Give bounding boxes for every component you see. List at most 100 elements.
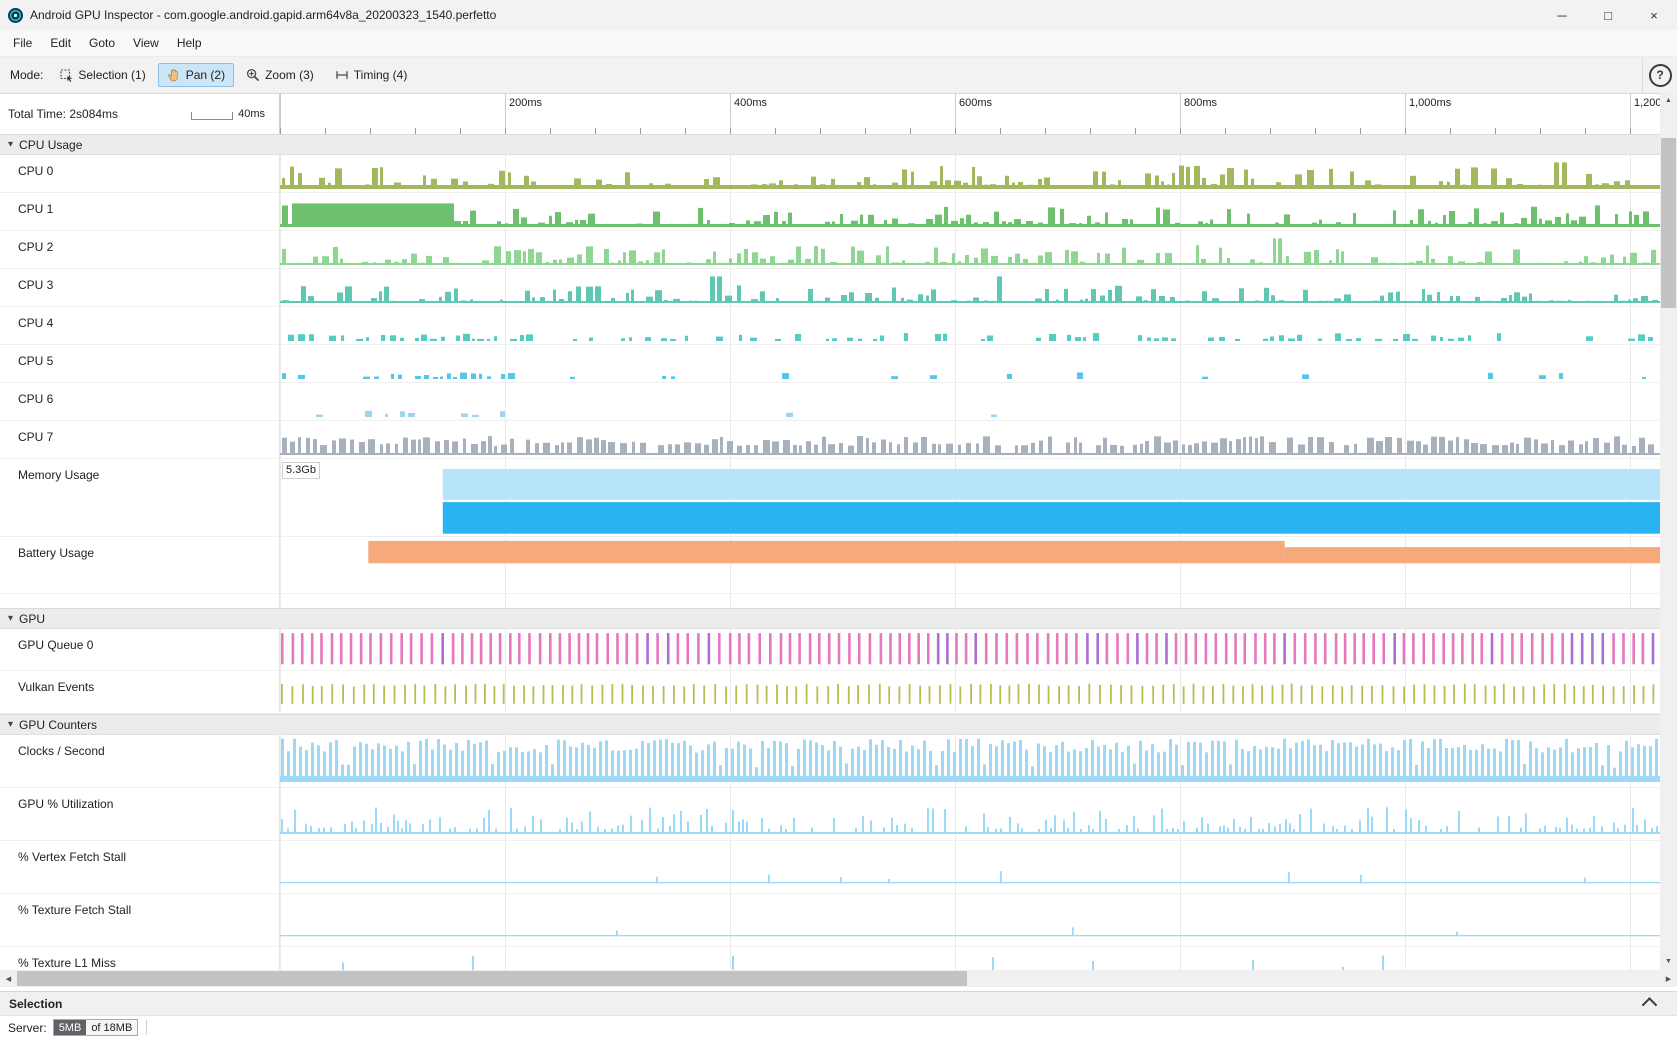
track-chart-cpu-2[interactable] <box>280 231 1660 268</box>
menu-goto[interactable]: Goto <box>80 30 124 56</box>
maximize-button[interactable]: □ <box>1585 0 1631 30</box>
track-label-cpu-2: CPU 2 <box>0 231 280 268</box>
menu-bar: FileEditGotoViewHelp <box>0 30 1677 57</box>
section-header-gpu[interactable]: ▾ GPU <box>0 608 1660 629</box>
track-name: % Texture L1 Miss <box>18 956 116 970</box>
pan-mode-button[interactable]: Pan (2) <box>158 63 234 87</box>
track-label-cpu-4: CPU 4 <box>0 307 280 344</box>
server-memory-badge: 5MB of 18MB <box>53 1019 139 1036</box>
menu-edit[interactable]: Edit <box>41 30 80 56</box>
horizontal-scrollbar[interactable]: ◀ ▶ <box>0 970 1677 987</box>
timing-icon <box>335 68 349 82</box>
track-label-battery-usage: Battery Usage <box>0 537 280 593</box>
track-name: GPU % Utilization <box>18 797 113 811</box>
ruler-area[interactable]: 200ms400ms600ms800ms1,000ms1,200ms <box>280 94 1660 134</box>
track-label-memory-usage: Memory Usage <box>0 459 280 536</box>
track-row-cpu-6: CPU 6 <box>0 383 1660 421</box>
track-row-texture-fetch-stall: % Texture Fetch Stall <box>0 894 1660 947</box>
track-label-cpu-6: CPU 6 <box>0 383 280 420</box>
menu-help[interactable]: Help <box>168 30 211 56</box>
track-chart-cpu-5[interactable] <box>280 345 1660 382</box>
track-name: CPU 6 <box>18 392 53 406</box>
track-chart-cpu-6[interactable] <box>280 383 1660 420</box>
pan-icon <box>167 68 181 82</box>
track-name: Memory Usage <box>18 468 99 482</box>
track-row-cpu-3: CPU 3 <box>0 269 1660 307</box>
track-chart-vulkan-events[interactable] <box>280 671 1660 713</box>
scroll-down-arrow-icon[interactable]: ▼ <box>1660 953 1677 970</box>
track-list: ▾CPU UsageCPU 0CPU 1CPU 2CPU 3CPU 4CPU 5… <box>0 134 1660 970</box>
scale-line-icon <box>191 112 233 120</box>
track-name: CPU 1 <box>18 202 53 216</box>
track-row-cpu-2: CPU 2 <box>0 231 1660 269</box>
ruler-tick-label: 1,200ms <box>1634 97 1660 109</box>
menu-file[interactable]: File <box>4 30 41 56</box>
track-chart-clocks-second[interactable] <box>280 735 1660 787</box>
collapse-caret-icon: ▾ <box>8 614 13 624</box>
horizontal-scroll-track[interactable] <box>17 970 1660 987</box>
track-name: CPU 2 <box>18 240 53 254</box>
mode-label: Mode: <box>10 68 43 82</box>
memory-value-label: 5.3Gb <box>282 462 320 479</box>
ruler-tick-label: 800ms <box>1184 97 1217 109</box>
section-header-cpu-usage[interactable]: ▾CPU Usage <box>0 134 1660 155</box>
section-header-gpu-counters[interactable]: ▾GPU Counters <box>0 714 1660 735</box>
track-chart-cpu-0[interactable] <box>280 155 1660 192</box>
section-label: CPU Usage <box>19 138 82 152</box>
track-row-cpu-4: CPU 4 <box>0 307 1660 345</box>
statusbar-separator <box>146 1020 147 1035</box>
track-label-cpu-1: CPU 1 <box>0 193 280 230</box>
timeline-ruler[interactable]: Total Time: 2s084ms 40ms 200ms400ms600ms… <box>0 94 1660 134</box>
track-row-gpu-queue-0: GPU Queue 0 <box>0 629 1660 671</box>
minimize-button[interactable]: ─ <box>1539 0 1585 30</box>
track-row-gpu-utilization: GPU % Utilization <box>0 788 1660 841</box>
track-name: Battery Usage <box>18 546 94 560</box>
total-time-label: Total Time: 2s084ms <box>8 107 118 121</box>
tool-button-label: Pan (2) <box>186 68 225 82</box>
chevron-up-icon[interactable] <box>1642 997 1658 1013</box>
track-chart-vertex-fetch-stall[interactable] <box>280 841 1660 893</box>
tool-button-label: Timing (4) <box>354 68 408 82</box>
track-chart-memory-usage[interactable]: 5.3Gb <box>280 459 1660 536</box>
track-name: CPU 7 <box>18 430 53 444</box>
track-label-texture-fetch-stall: % Texture Fetch Stall <box>0 894 280 946</box>
track-label-gpu-queue-0: GPU Queue 0 <box>0 629 280 670</box>
section-label: GPU <box>19 612 45 626</box>
track-row-vertex-fetch-stall: % Vertex Fetch Stall <box>0 841 1660 894</box>
track-chart-cpu-1[interactable] <box>280 193 1660 230</box>
close-button[interactable]: × <box>1631 0 1677 30</box>
selection-panel-header[interactable]: Selection <box>0 991 1677 1015</box>
track-chart-cpu-7[interactable] <box>280 421 1660 458</box>
track-chart-cpu-4[interactable] <box>280 307 1660 344</box>
horizontal-scroll-thumb[interactable] <box>17 971 967 986</box>
vertical-scrollbar[interactable]: ▲ ▼ <box>1660 92 1677 970</box>
track-name: GPU Queue 0 <box>18 638 93 652</box>
selection-icon <box>60 69 73 82</box>
track-row-cpu-0: CPU 0 <box>0 155 1660 193</box>
scroll-up-arrow-icon[interactable]: ▲ <box>1660 92 1677 109</box>
vertical-scroll-thumb[interactable] <box>1661 138 1676 308</box>
ruler-tick-label: 1,000ms <box>1409 97 1451 109</box>
scroll-right-arrow-icon[interactable]: ▶ <box>1660 970 1677 987</box>
zoom-mode-button[interactable]: Zoom (3) <box>237 63 323 87</box>
spacer-row <box>0 594 1660 608</box>
help-button[interactable]: ? <box>1642 58 1677 93</box>
track-chart-texture-fetch-stall[interactable] <box>280 894 1660 946</box>
menu-view[interactable]: View <box>124 30 168 56</box>
tool-button-label: Selection (1) <box>78 68 145 82</box>
track-chart-gpu-utilization[interactable] <box>280 788 1660 840</box>
window-title: Android GPU Inspector - com.google.andro… <box>30 8 496 22</box>
mode-buttons: Selection (1) Pan (2) Zoom (3) Timing (4) <box>51 63 419 87</box>
track-label-clocks-second: Clocks / Second <box>0 735 280 787</box>
track-chart-texture-l1-miss[interactable] <box>280 947 1660 970</box>
scroll-left-arrow-icon[interactable]: ◀ <box>0 970 17 987</box>
track-label-cpu-5: CPU 5 <box>0 345 280 382</box>
app-logo-icon <box>8 8 23 23</box>
track-chart-gpu-queue-0[interactable] <box>280 629 1660 670</box>
timing-mode-button[interactable]: Timing (4) <box>326 63 417 87</box>
selection-mode-button[interactable]: Selection (1) <box>51 63 154 87</box>
track-row-texture-l1-miss: % Texture L1 Miss <box>0 947 1660 970</box>
track-label-vulkan-events: Vulkan Events <box>0 671 280 713</box>
track-chart-battery-usage[interactable] <box>280 537 1660 593</box>
track-chart-cpu-3[interactable] <box>280 269 1660 306</box>
